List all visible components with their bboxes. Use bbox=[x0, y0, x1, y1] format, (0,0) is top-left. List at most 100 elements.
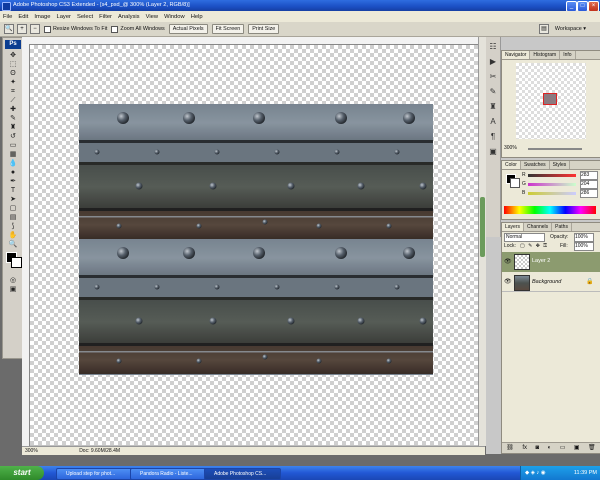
adjustment-layer-icon[interactable]: ◐ bbox=[548, 443, 552, 453]
opacity-field[interactable]: 100% bbox=[574, 233, 594, 242]
history-brush-icon[interactable]: ↺ bbox=[6, 133, 20, 141]
menu-layer[interactable]: Layer bbox=[53, 14, 74, 20]
screen-mode-icon[interactable]: ▣ bbox=[6, 286, 20, 294]
g-value[interactable]: 204 bbox=[580, 180, 598, 189]
healing-tool-icon[interactable]: ✚ bbox=[6, 106, 20, 114]
fill-field[interactable]: 100% bbox=[574, 242, 594, 251]
tab-paths[interactable]: Paths bbox=[552, 223, 572, 231]
crop-tool-icon[interactable]: ⌗ bbox=[6, 88, 20, 96]
navigator-thumbnail[interactable] bbox=[516, 63, 586, 139]
fit-screen-button[interactable]: Fit Screen bbox=[211, 24, 245, 34]
metal-texture-image[interactable] bbox=[79, 104, 433, 375]
tab-styles[interactable]: Styles bbox=[550, 161, 571, 169]
tray-icons[interactable]: ◆ ◈ ♪ ◉ bbox=[525, 470, 546, 476]
eraser-tool-icon[interactable]: ▭ bbox=[6, 142, 20, 150]
clone-source-icon[interactable]: ♜ bbox=[488, 102, 498, 112]
menu-select[interactable]: Select bbox=[74, 14, 96, 20]
move-tool-icon[interactable]: ✥ bbox=[6, 52, 20, 60]
new-group-icon[interactable]: ▭ bbox=[560, 443, 566, 453]
hand-tool-icon[interactable]: ✋ bbox=[6, 232, 20, 240]
blend-mode-select[interactable]: Normal bbox=[504, 233, 545, 242]
layer-name[interactable]: Layer 2 bbox=[532, 258, 550, 264]
b-slider[interactable] bbox=[528, 192, 576, 195]
layer-name[interactable]: Background bbox=[532, 279, 561, 285]
tab-navigator[interactable]: Navigator bbox=[502, 51, 531, 59]
brushes-icon[interactable]: ▤ bbox=[538, 24, 549, 34]
workspace-menu[interactable]: Workspace ▾ bbox=[555, 26, 586, 32]
menu-window[interactable]: Window bbox=[161, 14, 188, 20]
actions-panel-icon[interactable]: ▶ bbox=[488, 57, 498, 67]
paragraph-panel-icon[interactable]: ¶ bbox=[488, 132, 498, 142]
gradient-tool-icon[interactable]: ▦ bbox=[6, 151, 20, 159]
layer-row-layer-2[interactable]: 👁 Layer 2 bbox=[502, 252, 600, 272]
zoom-tool-icon[interactable]: 🔍 bbox=[4, 24, 14, 34]
color-swatches[interactable] bbox=[6, 252, 22, 274]
navigator-zoom-slider[interactable] bbox=[528, 148, 582, 150]
tab-swatches[interactable]: Swatches bbox=[521, 161, 550, 169]
menu-help[interactable]: Help bbox=[188, 14, 206, 20]
character-panel-icon[interactable]: A bbox=[488, 117, 498, 127]
brush-tool-icon[interactable]: ✎ bbox=[6, 115, 20, 123]
b-value[interactable]: 286 bbox=[580, 189, 598, 198]
r-slider[interactable] bbox=[528, 174, 576, 177]
tab-histogram[interactable]: Histogram bbox=[530, 51, 561, 59]
task-pandora[interactable]: Pandora Radio - Liste... bbox=[130, 468, 207, 480]
navigator-zoom[interactable]: 300% bbox=[504, 145, 517, 151]
close-button[interactable]: × bbox=[588, 1, 599, 11]
zoom-readout[interactable]: 300% bbox=[25, 448, 38, 454]
marquee-tool-icon[interactable]: ⬚ bbox=[6, 61, 20, 69]
zoom-tool-icon[interactable]: 🔍 bbox=[6, 241, 20, 249]
minimize-button[interactable]: _ bbox=[566, 1, 577, 11]
tool-presets-icon[interactable]: ✂ bbox=[488, 72, 498, 82]
lasso-tool-icon[interactable]: ʘ bbox=[6, 70, 20, 78]
layer-mask-icon[interactable]: ◙ bbox=[536, 443, 540, 453]
tab-info[interactable]: Info bbox=[560, 51, 576, 59]
menu-file[interactable]: File bbox=[0, 14, 15, 20]
tab-layers[interactable]: Layers bbox=[502, 223, 525, 231]
eyedropper-tool-icon[interactable]: ⟆ bbox=[6, 223, 20, 231]
scroll-thumb[interactable] bbox=[480, 197, 485, 257]
vertical-scrollbar[interactable] bbox=[478, 37, 486, 446]
task-upload-step[interactable]: Upload step for phot... bbox=[56, 468, 133, 480]
menu-image[interactable]: Image bbox=[31, 14, 53, 20]
magic-wand-icon[interactable]: ✦ bbox=[6, 79, 20, 87]
print-size-button[interactable]: Print Size bbox=[248, 24, 280, 34]
task-photoshop[interactable]: Adobe Photoshop CS... bbox=[204, 468, 281, 480]
layer-style-icon[interactable]: fx bbox=[522, 443, 527, 453]
menu-edit[interactable]: Edit bbox=[15, 14, 31, 20]
new-layer-icon[interactable]: ▣ bbox=[574, 443, 580, 453]
brushes-panel-icon[interactable]: ✎ bbox=[488, 87, 498, 97]
start-button[interactable]: start bbox=[0, 466, 44, 480]
navigator-view-box[interactable] bbox=[543, 93, 557, 105]
resize-windows-checkbox[interactable] bbox=[44, 25, 51, 33]
zoom-out-icon[interactable]: − bbox=[30, 24, 40, 34]
zoom-in-icon[interactable]: + bbox=[17, 24, 27, 34]
shape-tool-icon[interactable]: ▢ bbox=[6, 205, 20, 213]
visibility-eye-icon[interactable]: 👁 bbox=[504, 278, 512, 285]
g-slider[interactable] bbox=[528, 183, 576, 186]
slice-tool-icon[interactable]: ⟋ bbox=[6, 97, 20, 105]
stamp-tool-icon[interactable]: ♜ bbox=[6, 124, 20, 132]
background-swatch[interactable] bbox=[11, 257, 22, 268]
doc-size[interactable]: Doc: 9.60M/28.4M bbox=[79, 448, 120, 454]
color-spectrum[interactable] bbox=[504, 206, 596, 214]
tab-color[interactable]: Color bbox=[502, 161, 521, 169]
quick-mask-icon[interactable]: ◎ bbox=[6, 277, 20, 285]
r-value[interactable]: 283 bbox=[580, 171, 598, 180]
zoom-all-checkbox[interactable] bbox=[111, 25, 119, 33]
layer-comps-icon[interactable]: ▣ bbox=[488, 147, 498, 157]
path-select-icon[interactable]: ➤ bbox=[6, 196, 20, 204]
menu-analysis[interactable]: Analysis bbox=[115, 14, 143, 20]
actual-pixels-button[interactable]: Actual Pixels bbox=[168, 24, 208, 34]
history-panel-icon[interactable]: ☷ bbox=[488, 42, 498, 52]
visibility-eye-icon[interactable]: 👁 bbox=[504, 258, 512, 265]
delete-layer-icon[interactable]: 🗑 bbox=[588, 443, 596, 453]
link-layers-icon[interactable]: ⛓ bbox=[506, 443, 514, 453]
lock-icons[interactable]: ▢ ✎ ✥ ⚿ bbox=[520, 243, 548, 249]
maximize-button[interactable]: □ bbox=[577, 1, 588, 11]
menu-view[interactable]: View bbox=[143, 14, 161, 20]
notes-tool-icon[interactable]: ▤ bbox=[6, 214, 20, 222]
menu-filter[interactable]: Filter bbox=[96, 14, 115, 20]
blur-tool-icon[interactable]: 💧 bbox=[6, 160, 20, 168]
dodge-tool-icon[interactable]: ● bbox=[6, 169, 20, 177]
